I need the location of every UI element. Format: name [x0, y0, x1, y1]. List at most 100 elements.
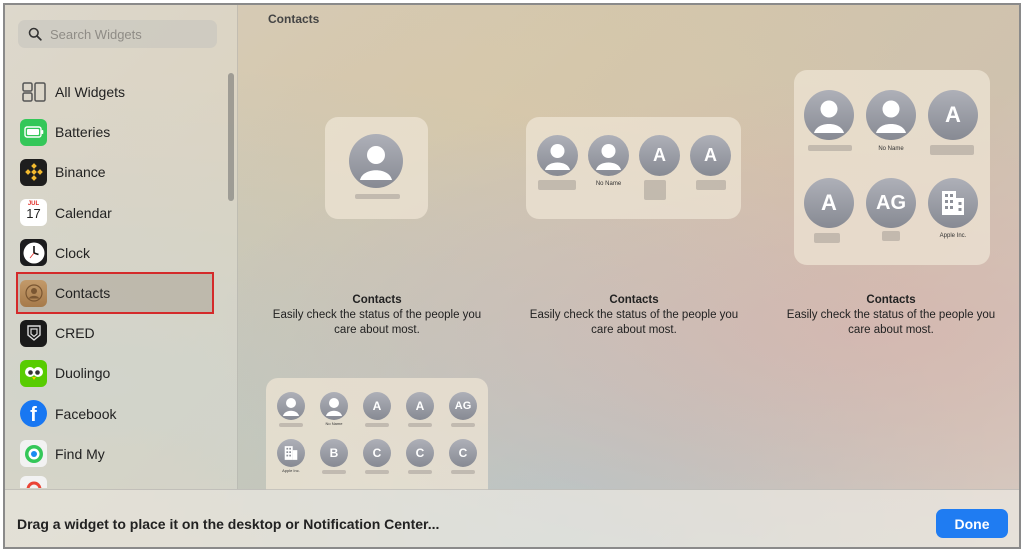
- contact-name-redacted: [644, 180, 666, 200]
- widget-title: Contacts: [609, 294, 659, 306]
- contact-avatar-letter: A: [363, 392, 391, 420]
- sidebar-item-label: Calendar: [55, 204, 112, 221]
- company-name: Apple Inc.: [939, 233, 967, 239]
- sidebar-item-label: Clock: [55, 244, 91, 261]
- done-button[interactable]: Done: [936, 509, 1008, 538]
- bottom-bar: Drag a widget to place it on the desktop…: [5, 489, 1019, 547]
- contact-name-redacted: [814, 233, 840, 243]
- clock-icon: [20, 239, 47, 267]
- binance-icon: [20, 158, 47, 186]
- contact-avatar-letter: C: [406, 439, 434, 467]
- contact-avatar: [588, 135, 629, 176]
- widget-app-list: All Widgets Batteries Binance JUL 17 Cal…: [16, 72, 214, 488]
- sidebar-item-calendar[interactable]: JUL 17 Calendar: [17, 193, 213, 233]
- drag-hint: Drag a widget to place it on the desktop…: [17, 516, 440, 532]
- contact-name-redacted: [538, 180, 576, 190]
- sidebar-item-batteries[interactable]: Batteries: [17, 112, 213, 152]
- find-my-icon: [20, 440, 47, 468]
- sidebar-item-binance[interactable]: Binance: [17, 152, 213, 192]
- search-input[interactable]: [50, 26, 210, 42]
- sidebar-item-label: Find My: [55, 445, 105, 462]
- sidebar-item-all-widgets[interactable]: All Widgets: [17, 72, 213, 112]
- contact-name: No Name: [878, 146, 904, 152]
- contact-name: No Name: [595, 181, 622, 187]
- contact-name: No Name: [325, 421, 343, 426]
- sidebar-item-label: Facebook: [55, 405, 117, 422]
- sidebar-scrollbar[interactable]: [228, 73, 234, 201]
- contact-name-redacted: [365, 470, 389, 474]
- widget-description-text: Easily check the status of the people yo…: [529, 309, 739, 336]
- sidebar-item-label: Contacts: [55, 285, 111, 302]
- cred-icon: [20, 319, 47, 347]
- google-icon: [20, 475, 47, 488]
- contact-name-redacted: [408, 423, 432, 427]
- widget-gallery-window: All Widgets Batteries: [3, 3, 1021, 549]
- sidebar-item-label: Duolingo: [55, 365, 111, 382]
- company-avatar: [277, 439, 305, 467]
- widget-title: Contacts: [866, 294, 916, 306]
- contact-name-redacted: [808, 145, 852, 151]
- contacts-widget-extra-large[interactable]: No Name A A AG Apple Inc. B C C C: [266, 378, 488, 490]
- contact-name-redacted: [322, 470, 346, 474]
- sidebar-item-duolingo[interactable]: Duolingo: [17, 353, 213, 393]
- contact-name-redacted: [408, 470, 432, 474]
- contact-avatar: [804, 90, 854, 140]
- widget-title: Contacts: [352, 294, 402, 306]
- all-widgets-icon: [20, 79, 47, 106]
- facebook-icon: f: [20, 400, 47, 428]
- contact-avatar-letter: AG: [449, 392, 477, 420]
- sidebar-item-facebook[interactable]: f Facebook: [17, 394, 213, 434]
- contact-name-redacted: [882, 231, 900, 241]
- contact-name-redacted: [451, 470, 475, 474]
- search-icon: [28, 27, 42, 41]
- contact-avatar-letter: C: [363, 439, 391, 467]
- building-icon: [942, 191, 964, 215]
- contacts-icon: [20, 279, 47, 307]
- calendar-icon: JUL 17: [20, 199, 47, 227]
- sidebar-item-partial: [17, 474, 213, 488]
- contact-avatar-letter: A: [928, 90, 978, 140]
- contact-avatar-letter: AG: [866, 178, 916, 228]
- widget-description-medium: Contacts Easily check the status of the …: [519, 293, 749, 338]
- sidebar-item-label: Binance: [55, 164, 106, 181]
- building-icon: [284, 446, 298, 460]
- sidebar-item-label: All Widgets: [55, 84, 126, 101]
- company-avatar: [928, 178, 978, 228]
- widget-description-small: Contacts Easily check the status of the …: [262, 293, 492, 338]
- contact-avatar-letter: B: [320, 439, 348, 467]
- contact-avatar: [320, 392, 348, 420]
- contact-name-redacted: [930, 145, 974, 155]
- sidebar-item-label: CRED: [55, 325, 95, 342]
- sidebar-item-clock[interactable]: Clock: [17, 233, 213, 273]
- sidebar: All Widgets Batteries: [5, 5, 238, 489]
- contact-name-redacted: [355, 194, 400, 199]
- contact-avatar-letter: A: [406, 392, 434, 420]
- sidebar-item-find-my[interactable]: Find My: [17, 434, 213, 474]
- contact-avatar-letter: C: [449, 439, 477, 467]
- contact-avatar: [866, 90, 916, 140]
- sidebar-item-cred[interactable]: CRED: [17, 313, 213, 353]
- sidebar-item-label: Batteries: [55, 124, 111, 141]
- contact-avatar-letter: A: [690, 135, 731, 176]
- contact-avatar-letter: A: [804, 178, 854, 228]
- contact-avatar-letter: A: [639, 135, 680, 176]
- contact-name-redacted: [279, 423, 303, 427]
- contact-avatar: [277, 392, 305, 420]
- contact-name-redacted: [365, 423, 389, 427]
- contact-name-redacted: [696, 180, 726, 190]
- batteries-icon: [20, 118, 47, 146]
- calendar-day: 17: [26, 206, 41, 222]
- widget-description-large: Contacts Easily check the status of the …: [776, 293, 1006, 338]
- section-title: Contacts: [268, 12, 320, 26]
- duolingo-icon: [20, 359, 47, 387]
- contacts-widget-large[interactable]: No Name A A AG Apple Inc.: [794, 70, 990, 265]
- search-field[interactable]: [18, 20, 217, 48]
- contacts-widget-small[interactable]: [325, 117, 428, 219]
- sidebar-item-contacts[interactable]: Contacts: [16, 271, 214, 315]
- company-name: Apple Inc.: [282, 468, 300, 473]
- widget-description-text: Easily check the status of the people yo…: [786, 309, 996, 336]
- contacts-widget-medium[interactable]: No Name A A: [526, 117, 741, 219]
- widget-description-text: Easily check the status of the people yo…: [272, 309, 482, 336]
- contact-name-redacted: [451, 423, 475, 427]
- contact-avatar: [349, 134, 403, 188]
